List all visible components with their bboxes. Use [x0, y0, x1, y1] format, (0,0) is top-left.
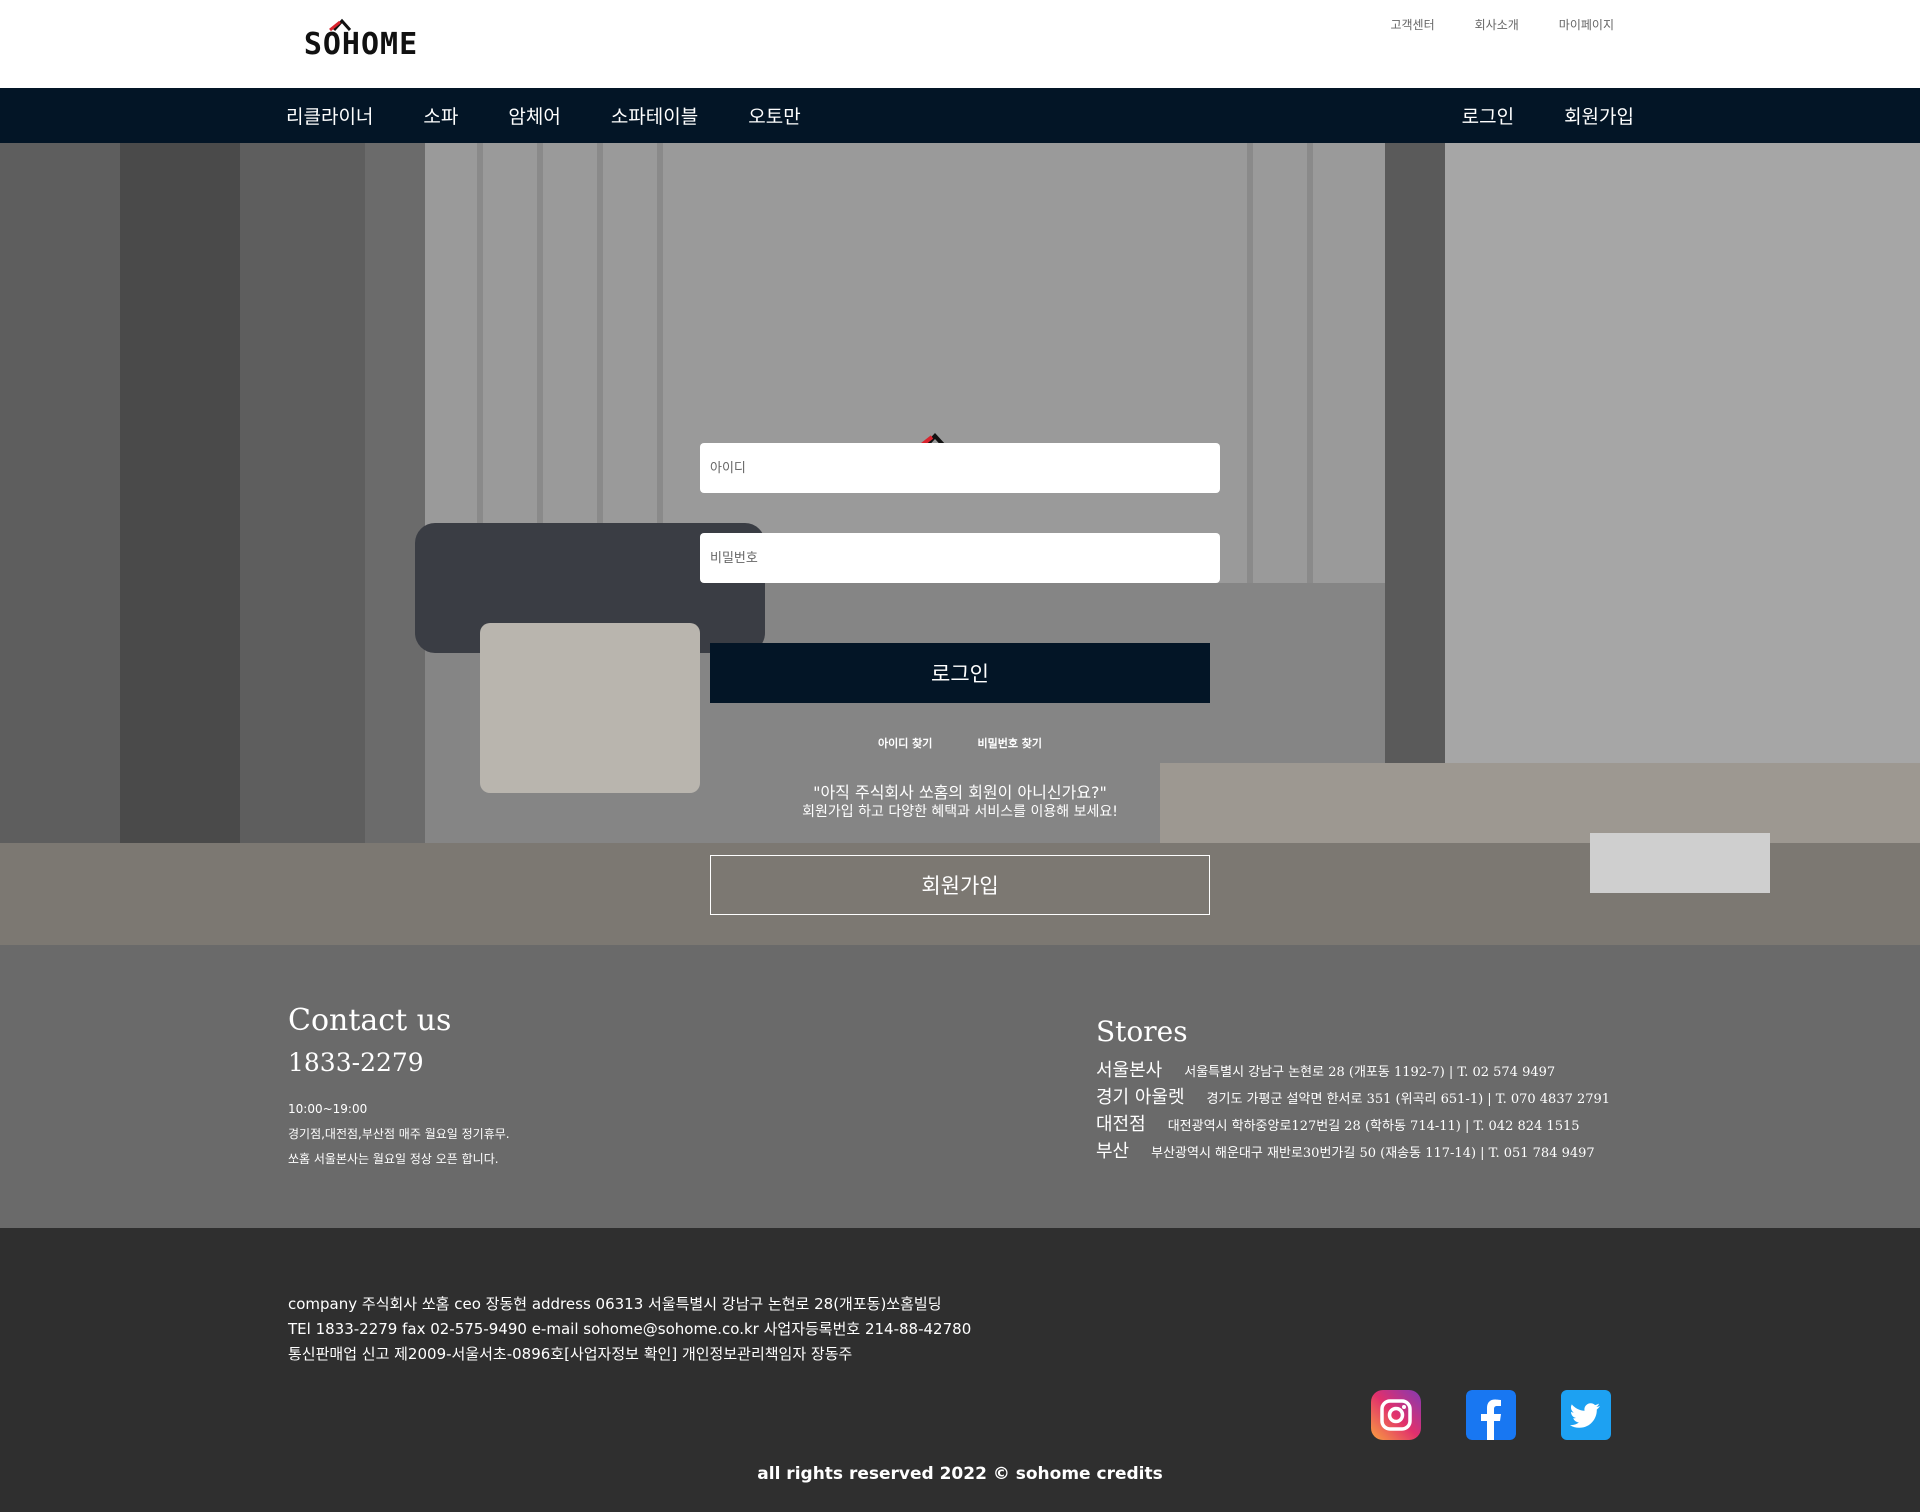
top-link-company-intro[interactable]: 회사소개 [1475, 16, 1519, 33]
nav-item-sofa-table[interactable]: 소파테이블 [611, 102, 698, 129]
login-hero: SOHOME 로그인 아이디 찾기 비밀번호 찾기 "아직 주식회사 쏘홈의 회… [0, 143, 1920, 945]
hq-open-notice: 쏘홈 서울본사는 월요일 정상 오픈 합니다. [288, 1152, 499, 1166]
store-item: 경기 아울렛 경기도 가평군 설악면 한서로 351 (위곡리 651-1) |… [1096, 1083, 1610, 1110]
login-button[interactable]: 로그인 [710, 643, 1210, 703]
store-item: 부산 부산광역시 해운대구 재반로30번가길 50 (재송동 117-14) |… [1096, 1137, 1610, 1164]
contact-section: Contact us 1833-2279 10:00~19:00 경기점,대전점… [288, 1003, 510, 1172]
info-band: Contact us 1833-2279 10:00~19:00 경기점,대전점… [0, 945, 1920, 1228]
nav-signup-link[interactable]: 회원가입 [1564, 102, 1634, 129]
copyright: all rights reserved 2022 © sohome credit… [757, 1464, 1163, 1484]
stores-section: Stores 서울본사 서울특별시 강남구 논현로 28 (개포동 1192-7… [1096, 1015, 1610, 1164]
store-name: 경기 아울렛 [1096, 1087, 1185, 1108]
business-registration-info: 통신판매업 신고 제2009-서울서초-0896호[사업자정보 확인] 개인정보… [288, 1345, 853, 1363]
find-links: 아이디 찾기 비밀번호 찾기 [0, 732, 1920, 751]
header: SOHOME 고객센터 회사소개 마이페이지 [0, 0, 1920, 88]
twitter-icon[interactable] [1561, 1390, 1611, 1440]
password-input[interactable] [700, 533, 1220, 583]
signup-button[interactable]: 회원가입 [710, 855, 1210, 915]
contact-info: TEl 1833-2279 fax 02-575-9490 e-mail soh… [288, 1320, 972, 1338]
store-detail: 부산광역시 해운대구 재반로30번가길 50 (재송동 117-14) | T.… [1151, 1146, 1595, 1161]
store-name: 부산 [1096, 1141, 1130, 1162]
company-info: company 주식회사 쏘홈 ceo 장동현 address 06313 서울… [288, 1295, 942, 1313]
main-nav: 리클라이너 소파 암체어 소파테이블 오토만 로그인 회원가입 [0, 88, 1920, 143]
holiday-notice: 경기점,대전점,부산점 매주 월요일 정기휴무. [288, 1127, 510, 1141]
store-detail: 서울특별시 강남구 논현로 28 (개포동 1192-7) | T. 02 57… [1184, 1065, 1556, 1080]
find-id-link[interactable]: 아이디 찾기 [878, 737, 932, 750]
facebook-icon[interactable] [1466, 1390, 1516, 1440]
contact-title: Contact us [288, 1003, 452, 1038]
contact-phone: 1833-2279 [288, 1048, 424, 1077]
store-item: 서울본사 서울특별시 강남구 논현로 28 (개포동 1192-7) | T. … [1096, 1056, 1610, 1083]
sohome-logo[interactable]: SOHOME [286, 16, 436, 58]
store-item: 대전점 대전광역시 학하중앙로127번길 28 (학하동 714-11) | T… [1096, 1110, 1610, 1137]
footer: company 주식회사 쏘홈 ceo 장동현 address 06313 서울… [0, 1228, 1920, 1512]
store-detail: 경기도 가평군 설악면 한서로 351 (위곡리 651-1) | T. 070… [1206, 1092, 1611, 1107]
promo-description: 회원가입 하고 다양한 혜택과 서비스를 이용해 보세요! [802, 804, 1118, 820]
store-name: 대전점 [1096, 1114, 1146, 1135]
store-name: 서울본사 [1096, 1060, 1163, 1081]
promo-question: "아직 주식회사 쏘홈의 회원이 아니신가요?" [813, 783, 1107, 802]
business-hours: 10:00~19:00 [288, 1102, 368, 1116]
nav-item-recliner[interactable]: 리클라이너 [286, 102, 373, 129]
svg-text:SOHOME: SOHOME [304, 27, 418, 58]
instagram-icon[interactable] [1371, 1390, 1421, 1440]
nav-item-sofa[interactable]: 소파 [423, 102, 458, 129]
nav-login-link[interactable]: 로그인 [1462, 102, 1514, 129]
stores-title: Stores [1096, 1015, 1188, 1048]
nav-item-ottoman[interactable]: 오토만 [748, 102, 800, 129]
top-link-customer-center[interactable]: 고객센터 [1390, 16, 1434, 33]
store-detail: 대전광역시 학하중앙로127번길 28 (학하동 714-11) | T. 04… [1167, 1119, 1580, 1134]
top-link-mypage[interactable]: 마이페이지 [1559, 16, 1614, 33]
nav-item-armchair[interactable]: 암체어 [508, 102, 560, 129]
user-id-input[interactable] [700, 443, 1220, 493]
signup-promo: "아직 주식회사 쏘홈의 회원이 아니신가요?" 회원가입 하고 다양한 혜택과… [0, 783, 1920, 821]
find-password-link[interactable]: 비밀번호 찾기 [977, 737, 1042, 750]
